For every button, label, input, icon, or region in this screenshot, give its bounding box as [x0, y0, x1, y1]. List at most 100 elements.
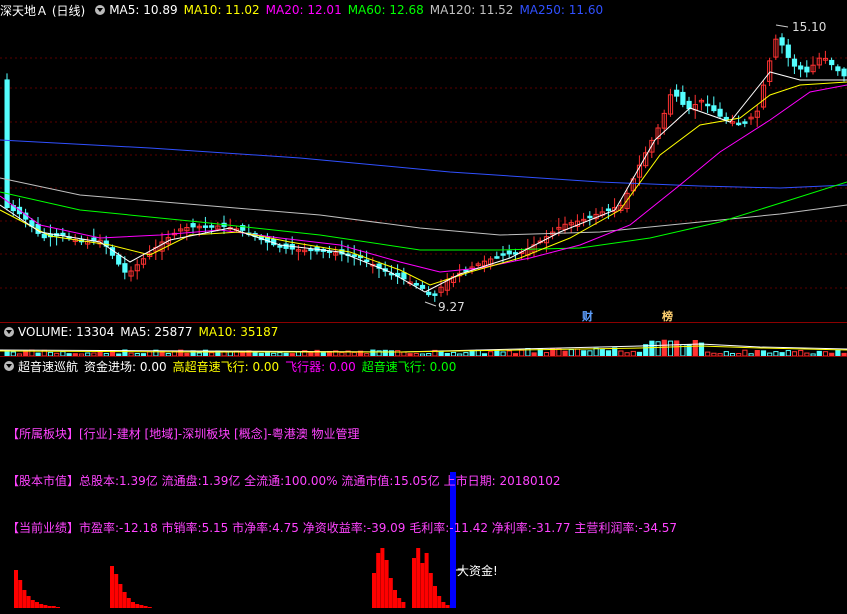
candle-body: [680, 91, 686, 105]
candle-body: [41, 233, 47, 239]
indicator-bar: [139, 605, 144, 608]
indicator-bar: [43, 605, 48, 608]
candle-body: [500, 253, 506, 256]
volume-bar: [692, 340, 698, 356]
volume-bar: [661, 339, 667, 356]
candle-body: [742, 121, 748, 124]
low-price-label: 9.27: [438, 300, 465, 314]
candlestick-chart[interactable]: [0, 0, 847, 322]
candle-body: [829, 59, 835, 66]
volume-bar: [649, 340, 655, 356]
volume-bar: [655, 341, 661, 356]
aircraft-label: 飞行器: 0.00: [285, 359, 356, 374]
indicator-bar: [39, 604, 44, 608]
candle-body: [723, 116, 729, 120]
dropdown-circle-icon[interactable]: [4, 361, 14, 371]
indicator-header: 超音速巡航 资金进场: 0.00 高超音速飞行: 0.00 飞行器: 0.00 …: [0, 358, 462, 374]
volume-bar: [556, 348, 562, 356]
vol-ma5: MA5: 25877: [120, 325, 193, 339]
indicator-pane[interactable]: 超音速巡航 资金进场: 0.00 高超音速飞行: 0.00 飞行器: 0.00 …: [0, 356, 847, 614]
candle-body: [426, 291, 432, 296]
candle-body: [791, 58, 798, 67]
indicator-bar: [445, 605, 450, 608]
indicator-bar: [372, 573, 376, 608]
big-money-label: 大资金!: [457, 564, 498, 578]
vol-ma5-line: [0, 343, 847, 353]
indicator-bar: [437, 596, 442, 608]
candle-body: [364, 259, 370, 263]
candle-body: [190, 223, 196, 228]
ma10-label: MA10: 11.02: [183, 3, 260, 17]
indicator-bar: [56, 607, 60, 608]
volume-bar: [574, 348, 581, 356]
performance-info: 【当前业绩】市盈率:-12.18 市销率:5.15 市净率:4.75 净资收益率…: [7, 521, 678, 535]
dropdown-circle-icon[interactable]: [4, 327, 14, 337]
stock-title: 深天地Ａ (日线): [0, 3, 86, 18]
candle-body: [419, 284, 426, 289]
indicator-bar: [18, 580, 23, 608]
ma60-line: [0, 181, 847, 251]
ma5-label: MA5: 10.89: [109, 3, 178, 17]
candle-body: [494, 256, 500, 259]
volume-bar: [643, 344, 649, 356]
candle-body: [711, 105, 717, 112]
capital-info: 【股本市值】总股本:1.39亿 流通盘:1.39亿 全流通:100.00% 流通…: [7, 474, 561, 488]
price-chart-pane[interactable]: 深天地Ａ (日线) MA5: 10.89 MA10: 11.02 MA20: 1…: [0, 0, 847, 323]
capital-entry-label: 资金进场: 0.00: [84, 359, 167, 374]
indicator-bar: [47, 606, 52, 608]
candle-body: [116, 254, 122, 265]
indicator-bar: [118, 584, 123, 608]
indicator-bar: [424, 553, 429, 608]
candle-body: [841, 68, 847, 77]
indicator-bar: [376, 553, 381, 608]
candle-body: [736, 122, 742, 126]
volume-pane[interactable]: VOLUME: 13304 MA5: 25877 MA10: 35187: [0, 322, 847, 356]
candle-body: [277, 245, 283, 248]
volume-bar: [698, 342, 705, 356]
candle-body: [835, 66, 841, 72]
candle-body: [401, 272, 407, 280]
indicator-bar: [380, 548, 385, 608]
supersonic-label: 超音速飞行: 0.00: [361, 359, 457, 374]
indicator-bar: [122, 592, 127, 608]
candle-body: [506, 250, 512, 255]
indicator-bar: [143, 606, 148, 608]
indicator-bar: [416, 548, 421, 608]
volume-bar: [612, 347, 618, 356]
candle-body: [308, 248, 314, 252]
indicator-bar: [131, 602, 135, 608]
indicator-name: 超音速巡航: [18, 359, 79, 374]
candle-body: [351, 254, 357, 257]
candle-body: [785, 44, 791, 58]
high-pointer: [775, 24, 789, 28]
ma60-label: MA60: 12.68: [347, 3, 424, 17]
sector-info: 【所属板块】[行业]-建材 [地域]-深圳板块 [概念]-粤港澳 物业管理: [7, 427, 360, 441]
indicator-bar: [393, 590, 397, 608]
indicator-bar: [110, 566, 114, 608]
high-price-label: 15.10: [792, 20, 827, 34]
candle-body: [686, 100, 692, 110]
low-pointer: [424, 301, 437, 307]
candle-body: [674, 89, 680, 97]
indicator-bar: [147, 607, 152, 608]
candle-body: [4, 79, 10, 208]
candle-body: [122, 263, 128, 273]
ma250-line: [0, 139, 847, 189]
candle-body: [798, 65, 804, 70]
candle-body: [779, 37, 785, 46]
volume-header: VOLUME: 13304 MA5: 25877 MA10: 35187: [0, 324, 284, 340]
candle-body: [717, 108, 723, 117]
candle-body: [413, 283, 419, 286]
candle-body: [202, 225, 209, 228]
candle-body: [804, 66, 810, 73]
indicator-bar: [428, 573, 433, 608]
indicator-bar: [401, 602, 406, 608]
candle-body: [209, 225, 215, 228]
dropdown-circle-icon[interactable]: [95, 5, 106, 15]
candle-body: [605, 208, 612, 211]
indicator-bar: [114, 574, 119, 608]
indicator-bar: [433, 586, 437, 608]
volume-bar: [674, 340, 680, 356]
indicator-bar: [420, 563, 425, 608]
price-header: 深天地Ａ (日线) MA5: 10.89 MA10: 11.02 MA20: 1…: [0, 2, 609, 18]
